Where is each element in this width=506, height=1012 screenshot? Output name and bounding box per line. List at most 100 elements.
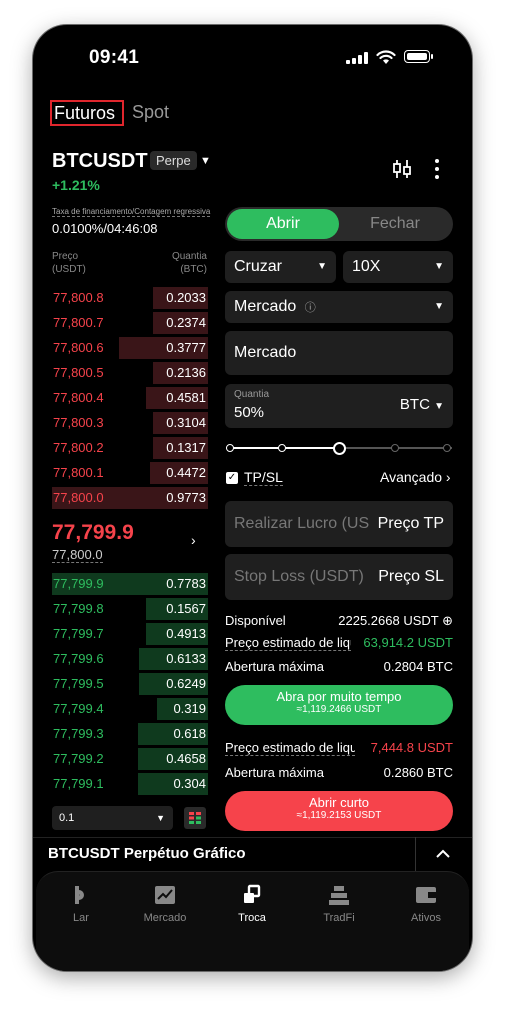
chart-section-title[interactable]: BTCUSDT Perpétuo Gráfico	[48, 845, 246, 862]
candlestick-chart-icon[interactable]	[391, 158, 413, 180]
ask-price: 77,800.3	[53, 415, 104, 430]
ask-qty: 0.4472	[166, 465, 206, 480]
home-icon	[75, 886, 84, 904]
max-open-short-label: Abertura máxima	[225, 765, 324, 780]
bid-row[interactable]: 77,799.6 0.6133	[52, 648, 208, 670]
max-open-long-value: 0.2804 BTC	[383, 659, 453, 674]
qty-unit-select[interactable]: BTC ▼	[400, 396, 444, 413]
stop-loss-input[interactable]: Stop Loss (USDT) Preço SL	[225, 554, 453, 600]
sl-price-type[interactable]: Preço SL	[378, 568, 444, 586]
bid-qty: 0.6249	[166, 676, 206, 691]
bid-row[interactable]: 77,799.7 0.4913	[52, 623, 208, 645]
bid-price: 77,799.8	[53, 601, 104, 616]
bid-qty: 0.4913	[166, 626, 206, 641]
ask-price: 77,800.4	[53, 390, 104, 405]
cellular-signal-icon	[346, 52, 368, 64]
bid-price: 77,799.9	[53, 576, 104, 591]
ask-row[interactable]: 77,800.6 0.3777	[52, 337, 208, 359]
ask-row[interactable]: 77,800.4 0.4581	[52, 387, 208, 409]
order-type-select[interactable]: Mercado ⓘ ▼	[225, 291, 453, 323]
quantity-slider[interactable]	[226, 442, 452, 455]
bid-price: 77,799.1	[53, 776, 104, 791]
est-liq-long-label: Preço estimado de liquidação	[225, 635, 351, 651]
add-funds-icon[interactable]: ⊕	[442, 613, 453, 628]
battery-icon	[404, 50, 433, 63]
bid-price: 77,799.6	[53, 651, 104, 666]
nav-home[interactable]: Lar	[41, 884, 121, 924]
tab-open[interactable]: Abrir	[227, 209, 339, 239]
est-liq-short-value: 7,444.8 USDT	[370, 740, 453, 755]
bid-qty: 0.319	[173, 701, 206, 716]
depth-precision-select[interactable]: 0.1 ▼	[52, 806, 173, 830]
tab-close[interactable]: Fechar	[339, 209, 451, 239]
symbol-dropdown-icon[interactable]: ▼	[200, 155, 211, 167]
advanced-link[interactable]: Avançado ›	[380, 469, 451, 485]
ask-row[interactable]: 77,800.2 0.1317	[52, 437, 208, 459]
ask-price: 77,800.2	[53, 440, 104, 455]
nav-market[interactable]: Mercado	[125, 884, 205, 924]
bid-row[interactable]: 77,799.1 0.304	[52, 773, 208, 795]
bid-row[interactable]: 77,799.4 0.319	[52, 698, 208, 720]
ask-row[interactable]: 77,800.1 0.4472	[52, 462, 208, 484]
tpsl-label: TP/SL	[244, 469, 283, 486]
bid-row[interactable]: 77,799.8 0.1567	[52, 598, 208, 620]
wifi-icon	[376, 50, 396, 64]
funding-rate-value: 0.0100%/04:46:08	[52, 221, 158, 236]
ask-qty: 0.3104	[166, 415, 206, 430]
ask-qty: 0.2374	[166, 315, 206, 330]
ask-row[interactable]: 77,800.5 0.2136	[52, 362, 208, 384]
tab-futures[interactable]: Futuros	[50, 100, 124, 126]
tpsl-checkbox[interactable]: ✓	[226, 472, 238, 484]
contract-type-badge[interactable]: Perpe	[150, 151, 197, 170]
quantity-input[interactable]: Quantia 50% BTC ▼	[225, 384, 453, 428]
ask-row[interactable]: 77,800.0 0.9773	[52, 487, 208, 509]
tab-spot[interactable]: Spot	[132, 102, 169, 123]
available-value: 2225.2668 USDT ⊕	[338, 613, 453, 628]
chevron-right-icon[interactable]: ›	[191, 532, 196, 548]
orderbook-layout-icon[interactable]	[184, 807, 206, 829]
bid-qty: 0.618	[173, 726, 206, 741]
tp-price-type[interactable]: Preço TP	[378, 515, 444, 533]
ask-row[interactable]: 77,800.3 0.3104	[52, 412, 208, 434]
open-short-button[interactable]: Abrir curto ≈1,119.2153 USDT	[225, 791, 453, 831]
open-long-button[interactable]: Abra por muito tempo ≈1,119.2466 USDT	[225, 685, 453, 725]
chevron-down-icon: ▼	[156, 813, 165, 823]
bid-price: 77,799.3	[53, 726, 104, 741]
bid-row[interactable]: 77,799.5 0.6249	[52, 673, 208, 695]
bid-price: 77,799.5	[53, 676, 104, 691]
chevron-down-icon: ▼	[434, 261, 444, 272]
chevron-up-icon[interactable]	[436, 849, 450, 858]
ask-price: 77,800.1	[53, 465, 104, 480]
available-label: Disponível	[225, 613, 286, 628]
open-close-segment: Abrir Fechar	[225, 207, 453, 241]
info-icon[interactable]: ⓘ	[305, 302, 316, 314]
ask-row[interactable]: 77,800.7 0.2374	[52, 312, 208, 334]
nav-trade[interactable]: Troca	[212, 884, 292, 924]
bid-qty: 0.6133	[166, 651, 206, 666]
ask-qty: 0.2136	[166, 365, 206, 380]
ask-row[interactable]: 77,800.8 0.2033	[52, 287, 208, 309]
ask-qty: 0.1317	[166, 440, 206, 455]
bid-qty: 0.304	[173, 776, 206, 791]
ask-price: 77,800.0	[53, 490, 104, 505]
leverage-select[interactable]: 10X ▼	[343, 251, 453, 283]
take-profit-input[interactable]: Realizar Lucro (USDT) Preço TP	[225, 501, 453, 547]
nav-assets[interactable]: Ativos	[386, 884, 466, 924]
nav-tradfi[interactable]: TradFi	[299, 884, 379, 924]
margin-mode-select[interactable]: Cruzar ▼	[225, 251, 336, 283]
slider-step[interactable]	[391, 444, 399, 452]
max-open-long-label: Abertura máxima	[225, 659, 324, 674]
bid-row[interactable]: 77,799.2 0.4658	[52, 748, 208, 770]
more-options-icon[interactable]	[434, 158, 440, 180]
ask-qty: 0.4581	[166, 390, 206, 405]
max-open-short-value: 0.2860 BTC	[383, 765, 453, 780]
bid-row[interactable]: 77,799.9 0.7783	[52, 573, 208, 595]
symbol-title[interactable]: BTCUSDT	[52, 150, 148, 173]
slider-step[interactable]	[443, 444, 451, 452]
slider-step[interactable]	[226, 444, 234, 452]
slider-step[interactable]	[278, 444, 286, 452]
ask-qty: 0.3777	[166, 340, 206, 355]
price-input[interactable]: Mercado	[225, 331, 453, 375]
slider-thumb[interactable]	[332, 442, 346, 455]
bid-row[interactable]: 77,799.3 0.618	[52, 723, 208, 745]
